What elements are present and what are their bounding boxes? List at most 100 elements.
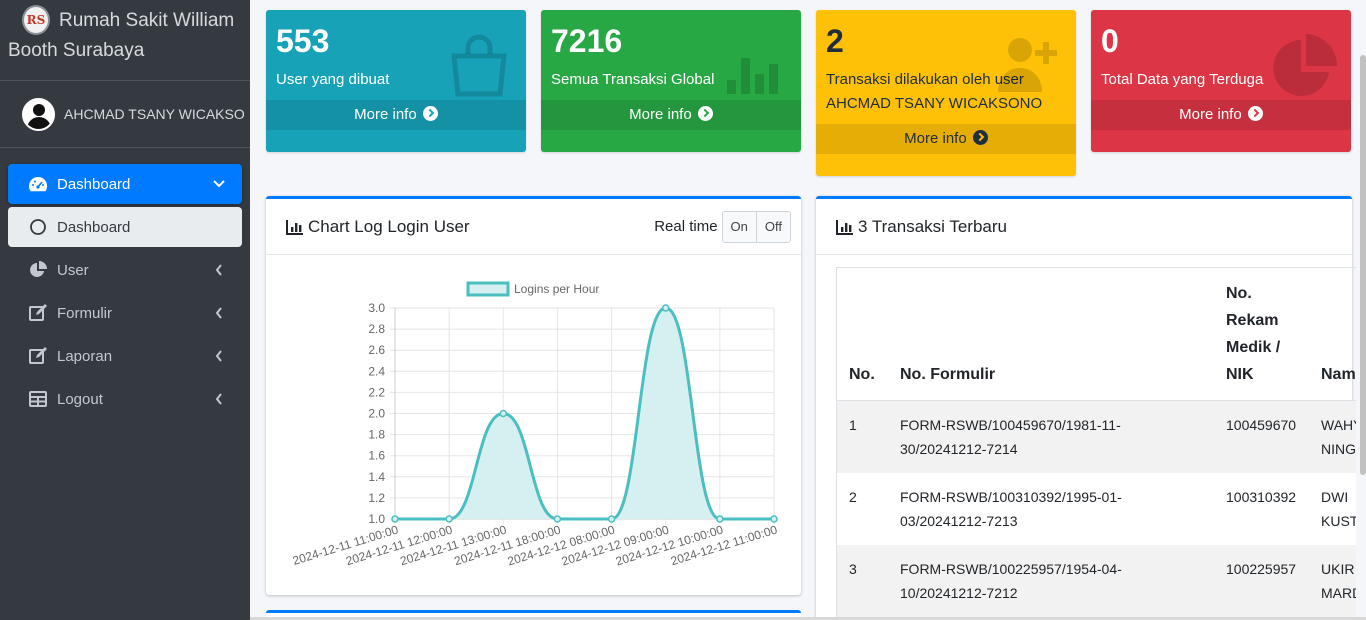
edit-icon <box>28 347 48 365</box>
column-header-formulir: No. Formulir <box>888 268 1214 401</box>
data-point <box>553 515 562 523</box>
sidebar-item-dashboard[interactable]: Dashboard <box>8 164 242 204</box>
more-info-label: More info <box>1179 106 1242 123</box>
y-tick-label: 1.6 <box>368 449 385 463</box>
transactions-card-title-text: 3 Transaksi Terbaru <box>858 216 1007 236</box>
sidebar-item-logout[interactable]: Logout <box>8 379 242 419</box>
column-header-no: No. <box>837 268 888 401</box>
avatar[interactable] <box>22 98 55 131</box>
table-icon <box>28 390 48 408</box>
login-chart: 1.01.21.41.61.82.02.22.42.62.83.02024-12… <box>291 281 779 568</box>
more-info-label: More info <box>904 130 967 147</box>
legend-swatch <box>466 281 510 297</box>
y-tick-label: 2.0 <box>368 407 385 421</box>
arrow-circle-right-icon <box>1247 106 1263 121</box>
transactions-table-wrap: No. No. Formulir No. Rekam Medik / NIK N… <box>836 267 1356 620</box>
data-point <box>661 304 670 312</box>
cell-no: 1 <box>837 400 888 473</box>
cell-formulir: FORM-RSWB/100310392/1995-01-03/20241212-… <box>888 473 1214 545</box>
pie-chart-icon <box>28 261 48 279</box>
cell-rekam-medik: 100459670 <box>1214 400 1309 473</box>
cell-nama: WAHYU NINGSIH <box>1309 400 1356 473</box>
shopping-bag-icon <box>451 34 507 97</box>
cell-formulir: FORM-RSWB/100225957/1954-04-10/20241212-… <box>888 545 1214 617</box>
hospital-logo: RS <box>22 5 50 35</box>
info-box-transactions: 7216 Semua Transaksi Global More info <box>541 10 801 152</box>
cell-nama: UKIR MARDJI <box>1309 545 1356 617</box>
tachometer-icon <box>28 175 48 193</box>
arrow-circle-right-icon <box>697 106 713 121</box>
transactions-table: No. No. Formulir No. Rekam Medik / NIK N… <box>837 268 1356 617</box>
chart-card: Chart Log Login User Real time On Off 1.… <box>266 196 801 595</box>
data-point <box>716 515 724 523</box>
more-info-link[interactable]: More info <box>266 100 526 130</box>
cell-rekam-medik: 100225957 <box>1214 545 1309 617</box>
y-tick-label: 1.0 <box>368 512 385 526</box>
table-row: 3 FORM-RSWB/100225957/1954-04-10/2024121… <box>837 545 1356 617</box>
data-point <box>391 515 399 523</box>
sidebar-item-label: Formulir <box>57 304 112 322</box>
more-info-link[interactable]: More info <box>1091 100 1351 130</box>
more-info-label: More info <box>629 106 692 123</box>
chart-card-title-text: Chart Log Login User <box>308 216 470 236</box>
sidebar: RS Rumah Sakit William Booth Surabaya AH… <box>0 0 250 620</box>
transactions-card: 3 Transaksi Terbaru No. No. Formulir No.… <box>816 196 1356 620</box>
circle-icon <box>28 218 48 236</box>
cell-rekam-medik: 100310392 <box>1214 473 1309 545</box>
chevron-left-icon <box>212 263 226 277</box>
transactions-card-header: 3 Transaksi Terbaru <box>816 199 1352 255</box>
chevron-left-icon <box>212 306 226 320</box>
realtime-off-button[interactable]: Off <box>755 211 790 242</box>
y-tick-label: 2.2 <box>368 385 385 399</box>
brand-link[interactable]: RS Rumah Sakit William Booth Surabaya <box>0 0 250 81</box>
chart-card-header: Chart Log Login User Real time On Off <box>266 199 801 255</box>
info-box-suspected: 0 Total Data yang Terduga More info <box>1091 10 1351 152</box>
bar-chart-icon <box>727 58 778 94</box>
more-info-link[interactable]: More info <box>816 124 1076 154</box>
info-box-user-transactions: 2 Transaksi dilakukan oleh user AHCMAD T… <box>816 10 1076 176</box>
user-plus-icon <box>998 38 1057 92</box>
cell-no: 3 <box>837 545 888 617</box>
cell-nama: DWI KUSTINI <box>1309 473 1356 545</box>
chevron-left-icon <box>212 392 226 406</box>
table-row: 1 FORM-RSWB/100459670/1981-11-30/2024121… <box>837 400 1356 473</box>
sidebar-subitem-dashboard[interactable]: Dashboard <box>8 207 242 247</box>
more-info-label: More info <box>354 106 417 123</box>
y-tick-label: 1.4 <box>368 470 385 484</box>
arrow-circle-right-icon <box>422 106 438 121</box>
y-tick-label: 3.0 <box>368 301 385 315</box>
realtime-toggle: On Off <box>721 210 791 243</box>
bar-chart-icon <box>836 219 853 235</box>
sidebar-nav: Dashboard Dashboard User Formulir Lapora… <box>0 148 250 419</box>
chart-card-title: Chart Log Login User <box>286 217 654 237</box>
sidebar-item-user[interactable]: User <box>8 250 242 290</box>
user-name[interactable]: AHCMAD TSANY WICAKSONO <box>64 106 244 122</box>
y-tick-label: 2.6 <box>368 343 385 357</box>
y-tick-label: 1.8 <box>368 428 385 442</box>
edit-icon <box>28 304 48 322</box>
realtime-on-button[interactable]: On <box>722 211 756 242</box>
sidebar-item-label: Dashboard <box>57 175 131 193</box>
data-point <box>607 515 616 523</box>
cell-formulir: FORM-RSWB/100459670/1981-11-30/20241212-… <box>888 400 1214 473</box>
y-tick-label: 2.4 <box>368 364 385 378</box>
sidebar-item-label: User <box>57 261 89 279</box>
legend-label: Logins per Hour <box>514 282 599 296</box>
table-row: 2 FORM-RSWB/100310392/1995-01-03/2024121… <box>837 473 1356 545</box>
transactions-card-title: 3 Transaksi Terbaru <box>836 217 1342 237</box>
chevron-left-icon <box>212 349 226 363</box>
cell-no: 2 <box>837 473 888 545</box>
y-tick-label: 2.8 <box>368 322 385 336</box>
user-panel: AHCMAD TSANY WICAKSONO <box>0 81 250 148</box>
pie-chart-icon <box>1273 34 1337 96</box>
sidebar-item-laporan[interactable]: Laporan <box>8 336 242 376</box>
more-info-link[interactable]: More info <box>541 100 801 130</box>
sidebar-item-label: Logout <box>57 390 103 408</box>
sidebar-item-formulir[interactable]: Formulir <box>8 293 242 333</box>
realtime-label: Real time <box>654 218 718 235</box>
data-point <box>499 409 508 418</box>
sidebar-item-label: Laporan <box>57 347 113 365</box>
arrow-circle-right-icon <box>972 130 988 145</box>
vertical-scrollbar[interactable] <box>1360 55 1366 475</box>
info-box-users: 553 User yang dibuat More info <box>266 10 526 152</box>
